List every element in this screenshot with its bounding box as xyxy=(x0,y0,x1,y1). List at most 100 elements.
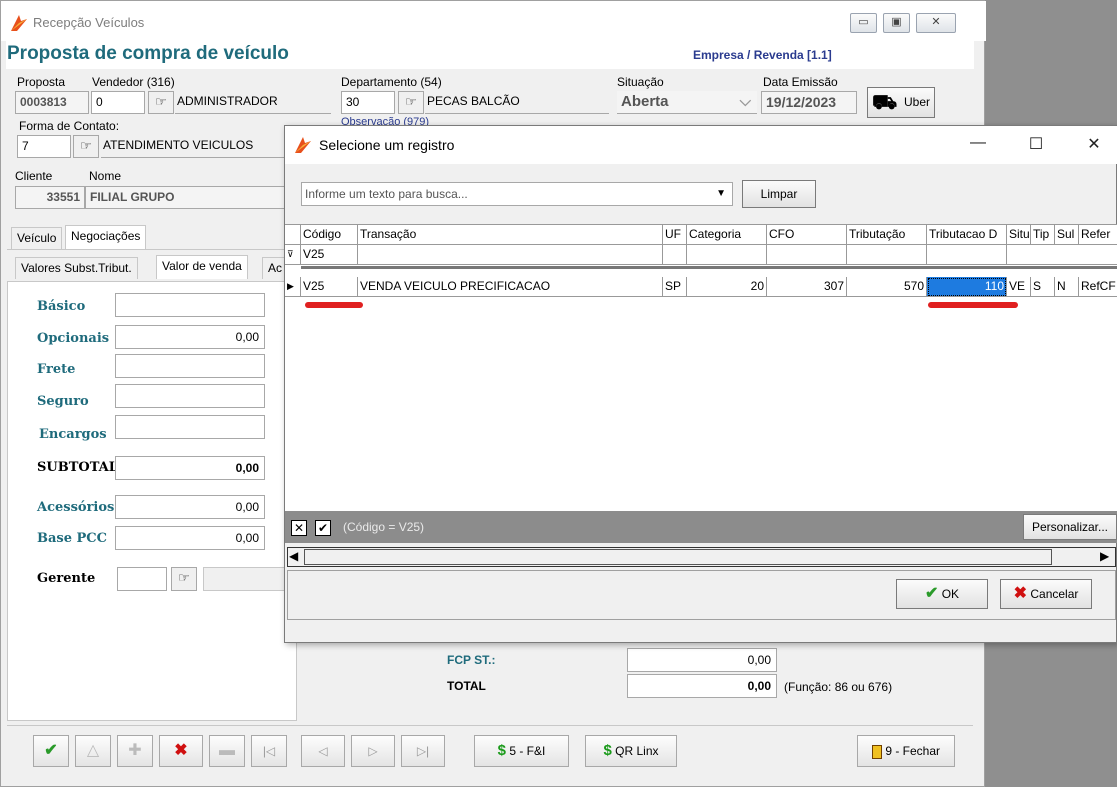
scroll-thumb[interactable] xyxy=(304,549,1052,565)
cliente-code-field[interactable]: 33551 xyxy=(15,186,85,209)
cell-sul[interactable]: N xyxy=(1055,277,1079,297)
dollar-icon: $ xyxy=(497,742,506,759)
vendedor-lookup-button[interactable]: ☞ xyxy=(148,91,174,114)
scroll-right-icon[interactable]: ▶ xyxy=(1100,549,1109,563)
filter-tributacao-input[interactable] xyxy=(847,245,927,265)
cell-codigo[interactable]: V25 xyxy=(301,277,358,297)
dialog-minimize-button[interactable]: — xyxy=(963,134,993,152)
cell-categoria[interactable]: 20 xyxy=(687,277,767,297)
data-emissao-field[interactable]: 19/12/2023 xyxy=(761,91,857,114)
scroll-left-icon[interactable]: ◀ xyxy=(289,549,298,563)
cell-tributacao-d[interactable]: 110 xyxy=(927,277,1007,297)
filter-cfo-input[interactable] xyxy=(767,245,847,265)
seguro-field[interactable] xyxy=(115,384,265,408)
base-pcc-field[interactable]: 0,00 xyxy=(115,526,265,550)
encargos-field[interactable] xyxy=(115,415,265,439)
col-header-tributacao-d[interactable]: Tributacao D xyxy=(927,225,1007,245)
maximize-button[interactable]: ▣ xyxy=(883,13,910,33)
basico-field[interactable] xyxy=(115,293,265,317)
acessorios-field[interactable]: 0,00 xyxy=(115,495,265,519)
filter-tributacao-d-input[interactable] xyxy=(927,245,1007,265)
filter-rest-input[interactable] xyxy=(1007,245,1117,265)
situacao-label: Situação xyxy=(617,75,664,89)
minus-button[interactable]: ▬ xyxy=(209,735,245,767)
uber-button[interactable]: ⛟ Uber xyxy=(867,87,935,118)
vendedor-code-field[interactable]: 0 xyxy=(91,91,145,114)
clear-filter-button[interactable]: ✕ xyxy=(291,520,307,536)
cell-situ[interactable]: VE xyxy=(1007,277,1031,297)
checkmark-icon: ✔ xyxy=(924,585,939,602)
filter-separator xyxy=(301,266,1117,269)
x-icon: ✖ xyxy=(1013,585,1028,602)
tab-negociacoes[interactable]: Negociações xyxy=(65,225,147,249)
col-header-categoria[interactable]: Categoria xyxy=(687,225,767,245)
cancelar-label: Cancelar xyxy=(1030,587,1079,601)
filter-enabled-checkbox[interactable]: ✔ xyxy=(315,520,331,536)
uber-label: Uber xyxy=(903,95,930,109)
col-header-cfo[interactable]: CFO xyxy=(767,225,847,245)
dropdown-arrow-icon: ▼ xyxy=(716,188,726,199)
opcionais-field[interactable]: 0,00 xyxy=(115,325,265,349)
cell-uf[interactable]: SP xyxy=(663,277,687,297)
personalizar-button[interactable]: Personalizar... xyxy=(1023,514,1117,540)
tab-veiculo[interactable]: Veículo xyxy=(11,227,63,249)
car-plus-icon: ⛟ xyxy=(872,92,898,114)
forma-contato-lookup-button[interactable]: ☞ xyxy=(73,135,99,158)
cell-tributacao[interactable]: 570 xyxy=(847,277,927,297)
filter-transacao-input[interactable] xyxy=(358,245,663,265)
filter-uf-input[interactable] xyxy=(663,245,687,265)
col-header-transacao[interactable]: Transação xyxy=(358,225,663,245)
subtab-valores-subst[interactable]: Valores Subst.Tribut. xyxy=(15,257,138,279)
col-header-refer[interactable]: Refer xyxy=(1079,225,1117,245)
app-logo-icon xyxy=(295,137,311,153)
ok-button[interactable]: ✔ OK xyxy=(896,579,988,609)
last-button[interactable]: ▷| xyxy=(401,735,445,767)
frete-field[interactable] xyxy=(115,354,265,378)
nome-label: Nome xyxy=(89,169,122,183)
horizontal-scrollbar[interactable]: ◀ ▶ xyxy=(287,547,1116,567)
basico-label: Básico xyxy=(37,299,86,314)
close-button[interactable]: ✕ xyxy=(916,13,956,33)
limpar-button[interactable]: Limpar xyxy=(742,180,816,208)
cell-transacao[interactable]: VENDA VEICULO PRECIFICACAO xyxy=(358,277,663,297)
cell-refer[interactable]: RefCF xyxy=(1079,277,1117,297)
subtab-valor-venda[interactable]: Valor de venda xyxy=(156,255,248,279)
delete-button[interactable]: ✖ xyxy=(159,735,203,767)
gerente-lookup-button[interactable]: ☞ xyxy=(171,567,197,591)
prev-button[interactable]: ◁ xyxy=(301,735,345,767)
dialog-maximize-button[interactable]: ☐ xyxy=(1021,134,1051,154)
frete-label: Frete xyxy=(37,362,76,377)
col-header-tributacao[interactable]: Tributação xyxy=(847,225,927,245)
departamento-code-field[interactable]: 30 xyxy=(341,91,395,114)
first-button[interactable]: |◁ xyxy=(251,735,287,767)
dialog-title-bar: Selecione um registro — ☐ ✕ xyxy=(285,126,1117,164)
pointing-hand-icon: ☞ xyxy=(155,94,167,109)
opcionais-label: Opcionais xyxy=(37,331,110,346)
subtab-ac[interactable]: Ac xyxy=(262,257,286,279)
add-button[interactable]: ✚ xyxy=(117,735,153,767)
search-combobox[interactable]: Informe um texto para busca... ▼ xyxy=(301,182,733,206)
departamento-lookup-button[interactable]: ☞ xyxy=(398,91,424,114)
cell-cfo[interactable]: 307 xyxy=(767,277,847,297)
minimize-button[interactable]: ▭ xyxy=(850,13,877,33)
col-header-situ[interactable]: Situ xyxy=(1007,225,1031,245)
situacao-select[interactable]: Aberta ⌵ xyxy=(617,91,757,114)
col-header-sul[interactable]: Sul xyxy=(1055,225,1079,245)
fi-button[interactable]: $ 5 - F&I xyxy=(474,735,569,767)
up-button[interactable]: △ xyxy=(75,735,111,767)
proposta-field[interactable]: 0003813 xyxy=(15,91,89,114)
confirm-button[interactable]: ✔ xyxy=(33,735,69,767)
dialog-close-button[interactable]: ✕ xyxy=(1079,134,1109,154)
cell-tip[interactable]: S xyxy=(1031,277,1055,297)
qr-linx-button[interactable]: $ QR Linx xyxy=(585,735,677,767)
cancelar-button[interactable]: ✖ Cancelar xyxy=(1000,579,1092,609)
fechar-button[interactable]: 9 - Fechar xyxy=(857,735,955,767)
filter-codigo-input[interactable]: V25 xyxy=(301,245,358,265)
col-header-codigo[interactable]: Código xyxy=(301,225,358,245)
gerente-code-field[interactable] xyxy=(117,567,167,591)
next-button[interactable]: ▷ xyxy=(351,735,395,767)
filter-categoria-input[interactable] xyxy=(687,245,767,265)
col-header-uf[interactable]: UF xyxy=(663,225,687,245)
col-header-tip[interactable]: Tip xyxy=(1031,225,1055,245)
forma-contato-code-field[interactable]: 7 xyxy=(17,135,71,158)
